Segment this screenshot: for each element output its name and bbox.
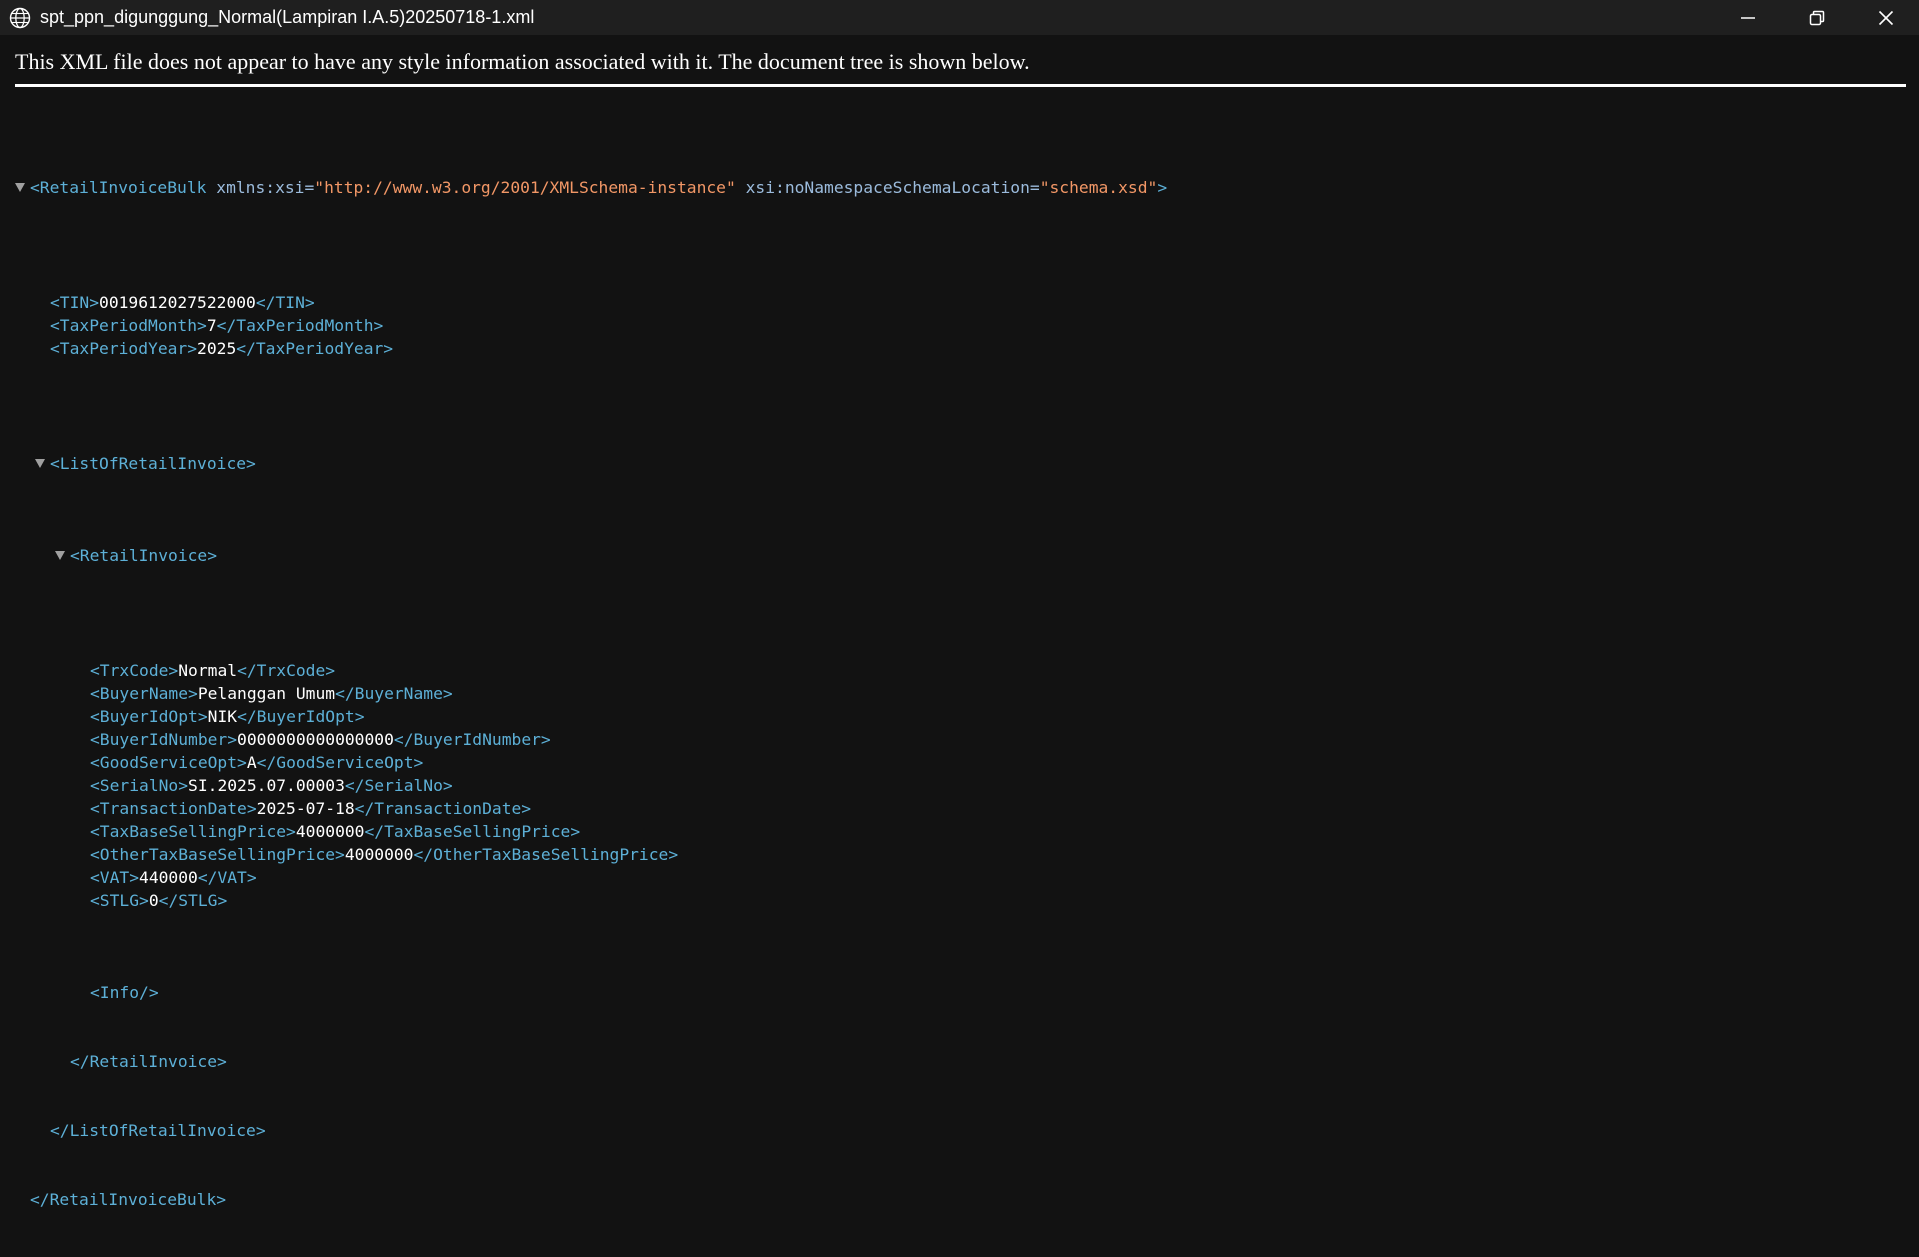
xml-attr-value: "http://www.w3.org/2001/XMLSchema-instan…	[314, 178, 736, 197]
close-button[interactable]	[1854, 0, 1918, 35]
globe-icon	[9, 7, 31, 29]
xml-text-value: 0	[148, 891, 159, 910]
xml-element-line: <TaxBaseSellingPrice>4000000</TaxBaseSel…	[0, 820, 580, 843]
xml-root-close-line: </RetailInvoiceBulk>	[0, 1188, 226, 1211]
xml-element-line: <TIN>0019612027522000</TIN>	[0, 291, 315, 314]
xml-open-tag: <TaxPeriodYear>	[50, 339, 198, 358]
xml-open-tag: <BuyerIdNumber>	[90, 730, 238, 749]
xml-tree: <RetailInvoiceBulk xmlns:xsi="http://www…	[0, 107, 1167, 1234]
xml-text-value: NIK	[207, 707, 238, 726]
xml-text-value: 0000000000000000	[237, 730, 394, 749]
xml-close-tag: </GoodServiceOpt>	[256, 753, 424, 772]
xml-tag: </RetailInvoice>	[70, 1052, 227, 1071]
xml-attr-name: xsi:noNamespaceSchemaLocation=	[745, 178, 1040, 197]
xml-element-line: <STLG>0</STLG>	[0, 889, 227, 912]
xml-header-elements: <TIN>0019612027522000</TIN> <TaxPeriodMon…	[0, 291, 393, 360]
xml-element-line: <GoodServiceOpt>A</GoodServiceOpt>	[0, 751, 423, 774]
xml-attr-value: "schema.xsd"	[1039, 178, 1158, 197]
xml-close-tag: </TaxPeriodMonth>	[216, 316, 384, 335]
xml-close-tag: </SerialNo>	[344, 776, 453, 795]
xml-text-value: 4000000	[344, 845, 414, 864]
xml-text-value: 440000	[139, 868, 198, 887]
xml-tag: </ListOfRetailInvoice>	[50, 1121, 266, 1140]
xml-element-line: <BuyerIdNumber>0000000000000000</BuyerId…	[0, 728, 551, 751]
xml-text-value: Pelanggan Umum	[197, 684, 336, 703]
xml-element-line: <TrxCode>Normal</TrxCode>	[0, 659, 335, 682]
xml-element-line: <VAT>440000</VAT>	[0, 866, 257, 889]
xml-open-tag: <TaxBaseSellingPrice>	[90, 822, 296, 841]
xml-open-tag: <BuyerName>	[90, 684, 198, 703]
xml-open-tag: <VAT>	[90, 868, 140, 887]
xml-tag: >	[1157, 178, 1168, 197]
xml-text-value: 2025-07-18	[256, 799, 355, 818]
xml-close-tag: </TransactionDate>	[354, 799, 532, 818]
restore-button[interactable]	[1785, 0, 1849, 35]
xml-invoice-close-line: </RetailInvoice>	[0, 1050, 227, 1073]
xml-text-value: Normal	[178, 661, 238, 680]
xml-close-tag: </OtherTaxBaseSellingPrice>	[413, 845, 679, 864]
xml-element-line: <TaxPeriodYear>2025</TaxPeriodYear>	[0, 337, 393, 360]
xml-attr-name: xmlns:xsi=	[216, 178, 315, 197]
restore-icon	[1809, 10, 1825, 25]
xml-tag: </RetailInvoiceBulk>	[30, 1190, 227, 1209]
xml-close-tag: </TIN>	[255, 293, 315, 312]
xml-open-tag: <SerialNo>	[90, 776, 189, 795]
xml-open-tag: <TIN>	[50, 293, 100, 312]
xml-close-tag: </BuyerIdNumber>	[393, 730, 551, 749]
xml-invoice-elements: <TrxCode>Normal</TrxCode> <BuyerName>Pela…	[0, 659, 678, 912]
xml-list-close-line: </ListOfRetailInvoice>	[0, 1119, 266, 1142]
no-style-notice: This XML file does not appear to have an…	[15, 49, 1030, 74]
collapse-list-toggle-icon[interactable]	[35, 459, 45, 468]
collapse-invoice-toggle-icon[interactable]	[55, 551, 65, 560]
xml-text-value: 4000000	[295, 822, 365, 841]
xml-open-tag: <OtherTaxBaseSellingPrice>	[90, 845, 345, 864]
xml-close-tag: </TaxBaseSellingPrice>	[364, 822, 581, 841]
xml-tag: <RetailInvoice>	[70, 546, 218, 565]
collapse-root-toggle-icon[interactable]	[15, 183, 25, 192]
xml-tag: <Info/>	[90, 983, 159, 1002]
xml-element-line: <TaxPeriodMonth>7</TaxPeriodMonth>	[0, 314, 383, 337]
minimize-button[interactable]	[1716, 0, 1780, 35]
xml-element-line: <BuyerIdOpt>NIK</BuyerIdOpt>	[0, 705, 365, 728]
xml-text-value: 7	[206, 316, 217, 335]
xml-open-tag: <TrxCode>	[90, 661, 179, 680]
xml-element-line: <TransactionDate>2025-07-18</Transaction…	[0, 797, 531, 820]
xml-close-tag: </VAT>	[197, 868, 257, 887]
xml-text-value: A	[246, 753, 257, 772]
xml-open-tag: <STLG>	[90, 891, 149, 910]
xml-root-open-line: <RetailInvoiceBulk xmlns:xsi="http://www…	[0, 176, 1167, 199]
window-title: spt_ppn_digunggung_Normal(Lampiran I.A.5…	[40, 7, 535, 27]
title-bar: spt_ppn_digunggung_Normal(Lampiran I.A.5…	[0, 0, 1919, 35]
xml-invoice-open-line: <RetailInvoice>	[0, 544, 217, 567]
close-icon	[1878, 10, 1894, 25]
xml-open-tag: <GoodServiceOpt>	[90, 753, 247, 772]
xml-close-tag: </BuyerName>	[335, 684, 453, 703]
separator-line	[15, 84, 1906, 87]
xml-text-value: SI.2025.07.00003	[188, 776, 345, 795]
xml-close-tag: </BuyerIdOpt>	[237, 707, 365, 726]
xml-close-tag: </TrxCode>	[237, 661, 336, 680]
xml-list-open-line: <ListOfRetailInvoice>	[0, 452, 256, 475]
xml-tag: <ListOfRetailInvoice>	[50, 454, 256, 473]
xml-element-line: <SerialNo>SI.2025.07.00003</SerialNo>	[0, 774, 453, 797]
xml-close-tag: </TaxPeriodYear>	[236, 339, 394, 358]
xml-text-value: 0019612027522000	[99, 293, 256, 312]
xml-open-tag: <TransactionDate>	[90, 799, 257, 818]
xml-close-tag: </STLG>	[158, 891, 228, 910]
xml-open-tag: <TaxPeriodMonth>	[50, 316, 207, 335]
xml-text-value: 2025	[197, 339, 237, 358]
xml-element-line: <BuyerName>Pelanggan Umum</BuyerName>	[0, 682, 453, 705]
xml-tag: <RetailInvoiceBulk	[30, 178, 207, 197]
minimize-icon	[1741, 16, 1755, 19]
xml-open-tag: <BuyerIdOpt>	[90, 707, 208, 726]
xml-info-line: <Info/>	[0, 981, 159, 1004]
xml-element-line: <OtherTaxBaseSellingPrice>4000000</Other…	[0, 843, 678, 866]
